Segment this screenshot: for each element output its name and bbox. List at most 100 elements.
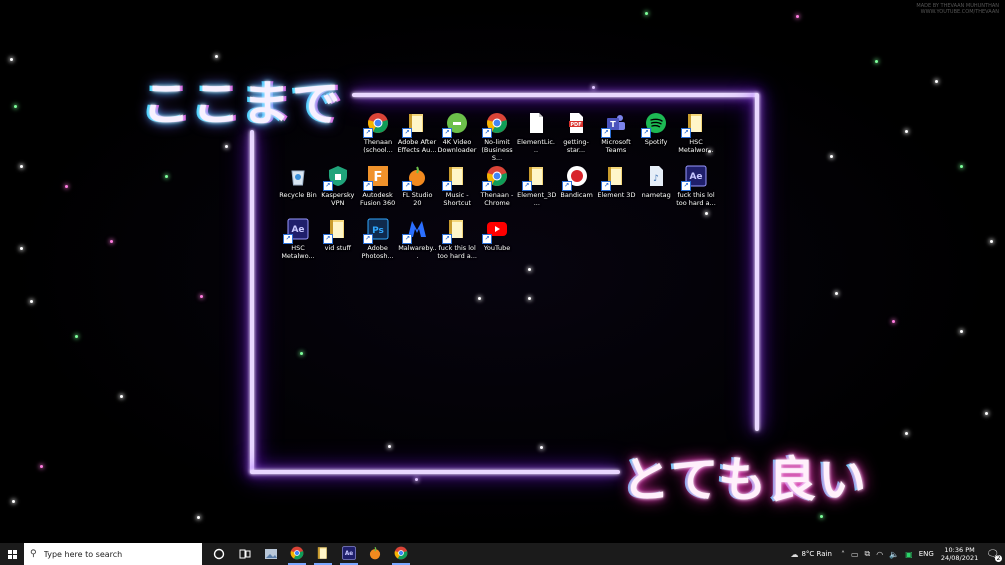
taskbar-app-chrome-profile[interactable] — [388, 543, 414, 565]
after-effects-icon: Ae ↗ — [681, 163, 709, 191]
star — [796, 15, 799, 18]
shortcut-arrow-icon: ↗ — [362, 234, 373, 244]
language-indicator[interactable]: ENG — [919, 550, 934, 558]
system-tray: ☁ 8°C Rain ˄ ▭ ⧉ ◠ 🔈 ▣ ENG 10:36 PM 24/0… — [787, 543, 1005, 565]
desktop-icon-label: Thenaan (school... — [363, 138, 393, 154]
search-box[interactable]: ⚲ — [24, 543, 202, 565]
desktop-icon[interactable]: ↗ 4K Video Downloader — [437, 110, 477, 154]
desktop-icon[interactable]: ElementLic... — [516, 110, 556, 154]
folder-icon: ↗ — [322, 216, 351, 244]
star — [388, 445, 391, 448]
shortcut-arrow-icon: ↗ — [322, 181, 333, 191]
spotify-icon: ↗ — [641, 110, 669, 138]
desktop-icon[interactable]: ↗ Kaspersky VPN — [318, 163, 358, 207]
desktop-icon-label: YouTube — [483, 244, 511, 252]
shortcut-arrow-icon: ↗ — [402, 128, 412, 138]
shortcut-arrow-icon: ↗ — [681, 181, 691, 191]
taskbar-app-fl-studio[interactable] — [362, 543, 388, 565]
desktop-icon[interactable]: ↗ Bandicam — [557, 163, 597, 199]
desktop-icon[interactable]: ↗ Thenaan (school... — [358, 110, 398, 154]
shortcut-arrow-icon: ↗ — [362, 181, 373, 191]
download-icon: ↗ — [442, 110, 470, 138]
desktop[interactable]: MADE BY THEVAAN MUHUNTHAN WWW.YOUTUBE.CO… — [0, 0, 1005, 543]
wallpaper-text-bottom: とても良い — [622, 452, 869, 508]
taskbar-app-photos[interactable] — [258, 543, 284, 565]
wifi-icon[interactable]: ◠ — [876, 550, 883, 559]
desktop-icon[interactable]: Ae ↗ HSC Metalwo... — [278, 216, 318, 260]
desktop-icon[interactable]: F ↗ Autodesk Fusion 360 — [358, 163, 398, 207]
vpn-icon: ↗ — [322, 163, 351, 191]
desktop-icon-label: HSC Metalwor... — [678, 138, 714, 154]
star — [165, 175, 168, 178]
svg-text:Ps: Ps — [372, 226, 384, 236]
neon-frame-left — [250, 130, 254, 473]
star — [20, 165, 23, 168]
desktop-icon[interactable]: ↗ Music - Shortcut — [437, 163, 477, 207]
desktop-icon[interactable]: ↗ HSC Metalwor... — [676, 110, 716, 154]
clock[interactable]: 10:36 PM 24/08/2021 — [941, 546, 978, 562]
taskbar-app-task-view[interactable] — [232, 543, 258, 565]
star — [300, 352, 303, 355]
desktop-icon[interactable]: ↗ FL Studio 20 — [397, 163, 437, 207]
desktop-icon[interactable]: ↗ Adobe After Effects Au... — [397, 110, 437, 154]
recycle-bin-icon — [285, 163, 311, 189]
desktop-icon-label: getting-star... — [563, 138, 589, 154]
desktop-icon[interactable]: ↗ YouTube — [477, 216, 517, 252]
search-input[interactable] — [41, 548, 196, 560]
desktop-icon[interactable]: ↗ Thenaan - Chrome — [477, 163, 517, 207]
usb-icon[interactable]: ⧉ — [865, 549, 871, 559]
star — [835, 292, 838, 295]
weather-temperature[interactable]: 8°C — [801, 550, 814, 558]
star — [960, 165, 963, 168]
desktop-icon-label: Kaspersky VPN — [321, 191, 355, 207]
desktop-icon-label: Adobe After Effects Au... — [397, 138, 437, 154]
taskbar-app-cortana[interactable] — [206, 543, 232, 565]
star — [40, 465, 43, 468]
folder-icon — [316, 545, 330, 564]
shortcut-arrow-icon: ↗ — [402, 181, 413, 191]
after-effects-icon: Ae — [342, 545, 356, 564]
fl-studio-icon: ↗ — [402, 163, 430, 191]
weather-condition[interactable]: Rain — [817, 550, 832, 558]
taskbar-app-file-explorer[interactable] — [310, 543, 336, 565]
app-tray-icon[interactable]: ▣ — [905, 550, 913, 559]
desktop-icon-label: fuck this lol too hard a... — [676, 191, 716, 207]
malwarebytes-icon: ↗ — [402, 216, 430, 244]
desktop-icon[interactable]: ♪ nametag — [636, 163, 676, 199]
star — [905, 432, 908, 435]
desktop-icon[interactable]: PDF getting-star... — [556, 110, 596, 154]
desktop-icon[interactable]: ↗ Malwareby... — [397, 216, 437, 260]
chrome-icon — [394, 545, 408, 564]
desktop-icon[interactable]: ↗ No-limit (Business S... — [477, 110, 517, 162]
desktop-icon[interactable]: ↗ Element 3D — [596, 163, 636, 199]
desktop-icon[interactable]: ↗ vid stuff — [318, 216, 358, 252]
desktop-icon[interactable]: T ↗ Microsoft Teams — [596, 110, 636, 154]
desktop-icon[interactable]: Ae ↗ fuck this lol too hard a... — [676, 163, 716, 207]
desktop-icon[interactable]: ↗ Element_3D... — [517, 163, 557, 207]
desktop-icon[interactable]: Ps ↗ Adobe Photosh... — [358, 216, 398, 260]
desktop-icon[interactable]: Recycle Bin — [278, 163, 318, 199]
star — [935, 80, 938, 83]
desktop-icon-label: 4K Video Downloader — [437, 138, 477, 154]
star — [985, 412, 988, 415]
star — [12, 500, 15, 503]
desktop-icon-label: fuck this lol too hard a... — [437, 244, 477, 260]
network-icon[interactable]: ▭ — [851, 550, 859, 559]
volume-icon[interactable]: 🔈 — [889, 550, 899, 559]
taskbar-app-after-effects[interactable]: Ae — [336, 543, 362, 565]
taskbar-app-chrome[interactable] — [284, 543, 310, 565]
desktop-icon[interactable]: ↗ Spotify — [636, 110, 676, 146]
photoshop-icon: Ps ↗ — [362, 216, 391, 244]
start-button[interactable] — [0, 543, 24, 565]
star — [225, 145, 228, 148]
desktop-icon[interactable]: ↗ fuck this lol too hard a... — [437, 216, 477, 260]
star — [65, 185, 68, 188]
svg-text:T: T — [610, 120, 616, 129]
shortcut-arrow-icon: ↗ — [442, 181, 453, 191]
star — [990, 240, 993, 243]
notification-center-icon[interactable]: 🗨 2 — [986, 549, 1002, 562]
chevron-up-icon[interactable]: ˄ — [841, 550, 845, 559]
star — [705, 212, 708, 215]
star — [14, 105, 17, 108]
star — [892, 320, 895, 323]
